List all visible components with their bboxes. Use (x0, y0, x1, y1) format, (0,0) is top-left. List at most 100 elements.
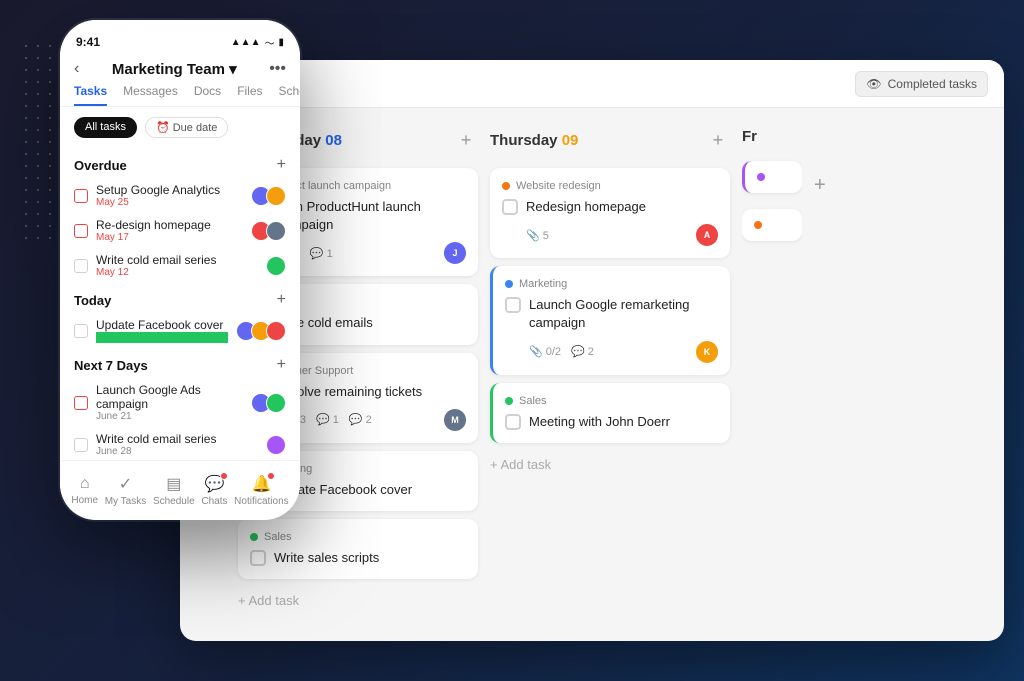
filter-due-date[interactable]: ⏰ Due date (145, 117, 228, 138)
task-avatar: K (696, 341, 718, 363)
comment-count: 💬 1 (316, 413, 339, 426)
card-label: Website redesign (502, 180, 718, 192)
list-item[interactable]: Write cold email series May 12 (74, 248, 286, 283)
comment-count: 💬 2 (571, 345, 594, 358)
task-info: Setup Google Analytics May 25 (96, 183, 243, 208)
add-card-thu-button[interactable]: + (706, 128, 730, 152)
tab-schedule[interactable]: Schedule (279, 84, 300, 106)
phone-status-icons: ▲▲▲ 〜 ▮ (231, 35, 284, 50)
wifi-icon: 〜 (264, 35, 274, 50)
list-item[interactable]: Setup Google Analytics May 25 (74, 178, 286, 213)
task-avatars (266, 435, 286, 455)
task-checkbox[interactable] (74, 324, 88, 338)
tab-tasks[interactable]: Tasks (74, 84, 107, 106)
task-card-partial2 (742, 209, 802, 241)
card-checkbox-area: Meeting with John Doerr (505, 413, 718, 431)
task-info: Write cold email series May 12 (96, 253, 258, 278)
kanban-column-thursday: Thursday 09 + Website redesign Redesign … (490, 124, 730, 625)
column-header-thu: Thursday 09 + (490, 124, 730, 160)
task-checkbox[interactable] (502, 199, 518, 215)
section-title-next7: Next 7 Days (74, 358, 148, 373)
card-checkbox-area: Redesign homepage (502, 198, 718, 216)
back-button[interactable]: ‹ (74, 60, 79, 78)
task-avatars (236, 321, 286, 341)
home-icon: ⌂ (80, 475, 90, 493)
task-checkbox[interactable] (74, 259, 88, 273)
task-card[interactable]: Marketing Launch Google remarketing camp… (490, 266, 730, 374)
more-button[interactable]: ••• (269, 60, 286, 78)
kanban-board: + Wednesday 08 + Product launch campaign… (180, 108, 1004, 641)
section-title-today: Today (74, 293, 111, 308)
card-label: Marketing (505, 278, 718, 290)
avatar (266, 221, 286, 241)
avatar (266, 186, 286, 206)
kanban-column-friday-partial: Fr (742, 124, 802, 625)
list-item[interactable]: Update Facebook cover Today (74, 313, 286, 348)
tab-files[interactable]: Files (237, 84, 262, 106)
list-item[interactable]: Write cold email series June 28 (74, 427, 286, 462)
add-task-button-wed[interactable]: + Add task (238, 587, 478, 614)
avatar (266, 256, 286, 276)
nav-my-tasks[interactable]: ✓ My Tasks (105, 474, 147, 507)
phone-time: 9:41 (76, 35, 100, 49)
section-overdue-header: Overdue + (74, 148, 286, 178)
section-next7-header: Next 7 Days + (74, 348, 286, 378)
phone-task-list: Overdue + Setup Google Analytics May 25 … (60, 148, 300, 478)
task-card[interactable]: Sales Meeting with John Doerr (490, 383, 730, 443)
schedule-icon: ▤ (166, 474, 181, 494)
task-card[interactable]: Sales Write sales scripts (238, 519, 478, 579)
card-label: Sales (250, 531, 466, 543)
section-title-overdue: Overdue (74, 158, 127, 173)
nav-notifications[interactable]: 🔔 Notifications (234, 474, 288, 507)
task-card[interactable]: Website redesign Redesign homepage 📎 5 A (490, 168, 730, 258)
task-checkbox[interactable] (74, 224, 88, 238)
filter-all-tasks[interactable]: All tasks (74, 117, 137, 138)
nav-chats[interactable]: 💬 Chats (201, 474, 227, 507)
tab-messages[interactable]: Messages (123, 84, 178, 106)
phone-app-title: Marketing Team ▾ (112, 60, 237, 78)
task-checkbox[interactable] (74, 396, 88, 410)
avatar (266, 321, 286, 341)
nav-notifications-label: Notifications (234, 496, 288, 507)
task-checkbox[interactable] (505, 297, 521, 313)
task-checkbox[interactable] (505, 414, 521, 430)
avatar (266, 435, 286, 455)
label-color-dot (505, 397, 513, 405)
nav-home[interactable]: ⌂ Home (71, 475, 98, 506)
section-add-today[interactable]: + (277, 291, 286, 309)
label-color-dot (250, 533, 258, 541)
list-item[interactable]: Re-design homepage May 17 (74, 213, 286, 248)
task-checkbox[interactable] (250, 550, 266, 566)
section-add-next7[interactable]: + (277, 356, 286, 374)
list-item[interactable]: Launch Google Ads campaign June 21 (74, 378, 286, 427)
task-checkbox[interactable] (74, 189, 88, 203)
task-checkbox[interactable] (74, 438, 88, 452)
column-title-thu: Thursday 09 (490, 132, 578, 149)
desktop-header: day 👁 Completed tasks (180, 60, 1004, 108)
task-info: Update Facebook cover Today (96, 318, 228, 343)
task-avatars (251, 186, 286, 206)
add-card-wed-button[interactable]: + (454, 128, 478, 152)
eye-icon: 👁 (866, 77, 881, 91)
phone-bottom-nav: ⌂ Home ✓ My Tasks ▤ Schedule 💬 Chats 🔔 N… (60, 460, 300, 520)
comment-count: 💬 1 (310, 247, 333, 260)
add-column-right-button[interactable]: + (814, 124, 844, 625)
task-info: Launch Google Ads campaign June 21 (96, 383, 243, 422)
task-avatar: J (444, 242, 466, 264)
task-avatar: M (444, 409, 466, 431)
completed-tasks-button[interactable]: 👁 Completed tasks (855, 71, 988, 97)
mobile-phone: 9:41 ▲▲▲ 〜 ▮ ‹ Marketing Team ▾ ••• Task… (60, 20, 300, 520)
phone-filters: All tasks ⏰ Due date (60, 107, 300, 148)
nav-schedule[interactable]: ▤ Schedule (153, 474, 195, 507)
signal-icon: ▲▲▲ (231, 37, 261, 48)
task-avatar: A (696, 224, 718, 246)
add-task-button-thu[interactable]: + Add task (490, 451, 730, 478)
tab-docs[interactable]: Docs (194, 84, 221, 106)
label-color-dot (505, 280, 513, 288)
section-add-overdue[interactable]: + (277, 156, 286, 174)
nav-schedule-label: Schedule (153, 496, 195, 507)
task-avatars (251, 393, 286, 413)
task-avatars (266, 256, 286, 276)
task-avatars (251, 221, 286, 241)
card-checkbox-area: Write sales scripts (250, 549, 466, 567)
